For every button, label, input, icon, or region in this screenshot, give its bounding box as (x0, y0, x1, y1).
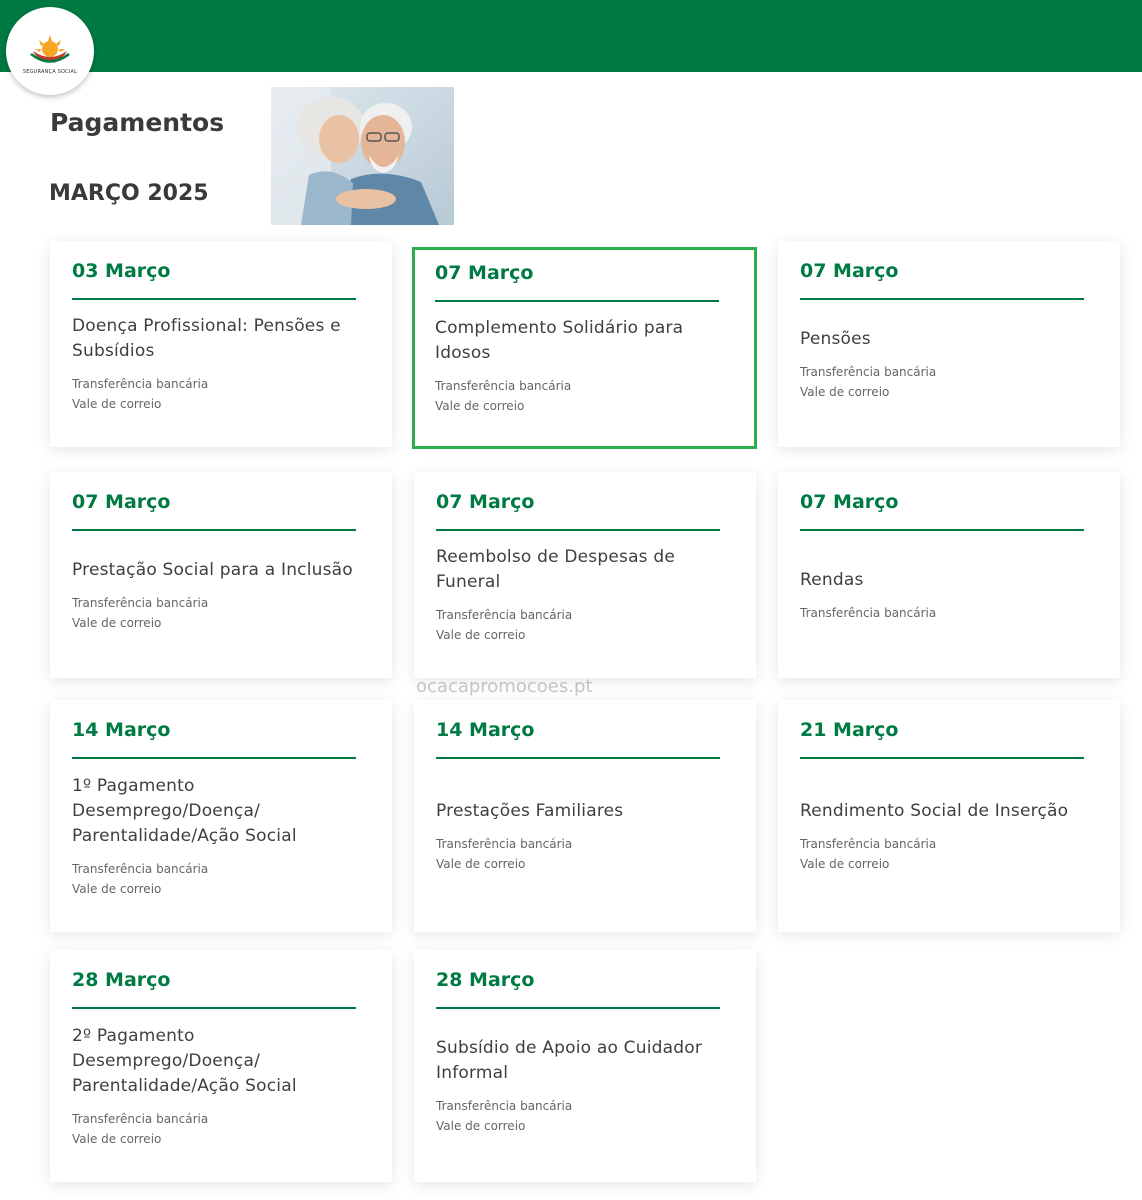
divider (436, 529, 720, 531)
divider (800, 529, 1084, 531)
payment-title: Subsídio de Apoio ao Cuidador Informal (436, 1038, 703, 1083)
divider (435, 300, 719, 302)
seguranca-social-logo[interactable]: Segurança Social (6, 7, 94, 95)
page-title: Pagamentos (50, 108, 225, 137)
watermark-text: ocacapromocoes.pt (416, 676, 593, 697)
top-header-bar (0, 0, 1142, 72)
payment-method: Transferência bancária (436, 836, 573, 851)
divider (72, 529, 356, 531)
payment-title: 2º Pagamento Desemprego/Doença/ Parental… (72, 1025, 297, 1096)
payment-method: Vale de correio (72, 881, 162, 896)
divider (72, 1007, 356, 1009)
payment-method: Transferência bancária (800, 836, 937, 851)
payment-method: Transferência bancária (435, 379, 572, 393)
payment-method: Transferência bancária (72, 1111, 209, 1126)
payment-date: 07 Março (800, 260, 899, 282)
payment-date: 07 Março (436, 491, 535, 513)
payment-date: 07 Março (800, 491, 899, 513)
elderly-couple-photo (271, 87, 454, 225)
payment-card[interactable]: 07 Março Prestação Social para a Inclusã… (50, 472, 392, 678)
payment-card[interactable]: 03 Março Doença Profissional: Pensões e … (50, 241, 392, 447)
payment-card[interactable]: 07 Março Rendas Transferência bancária (778, 472, 1120, 678)
payment-card[interactable]: 07 Março Reembolso de Despesas de Funera… (414, 472, 756, 678)
payment-method: Vale de correio (800, 384, 890, 399)
divider (72, 757, 356, 759)
payment-method: Vale de correio (800, 856, 890, 871)
payment-date: 14 Março (72, 719, 171, 741)
divider (800, 757, 1084, 759)
payment-method: Vale de correio (435, 399, 525, 413)
payment-method: Vale de correio (436, 856, 526, 871)
divider (800, 298, 1084, 300)
payment-date: 21 Março (800, 719, 899, 741)
payment-title: Pensões (800, 328, 871, 349)
payment-method: Transferência bancária (436, 1099, 573, 1113)
payment-method: Transferência bancária (72, 861, 209, 876)
payment-card[interactable]: 21 Março Rendimento Social de Inserção T… (778, 700, 1120, 932)
payment-title: Rendas (800, 569, 864, 590)
payment-date: 07 Março (72, 491, 171, 513)
payment-method: Transferência bancária (72, 595, 209, 610)
payment-date: 28 Março (436, 969, 535, 991)
payment-date: 07 Março (435, 262, 534, 284)
divider (436, 1007, 720, 1009)
payment-card[interactable]: 28 Março Subsídio de Apoio ao Cuidador I… (414, 950, 756, 1182)
payment-title: Prestação Social para a Inclusão (72, 559, 353, 580)
payment-card-highlighted[interactable]: 07 Março Complemento Solidário para Idos… (412, 247, 757, 449)
payment-method: Vale de correio (436, 1119, 526, 1133)
logo-text: Segurança Social (22, 69, 78, 75)
payment-title: Rendimento Social de Inserção (800, 800, 1069, 821)
divider (436, 757, 720, 759)
month-title: MARÇO 2025 (49, 181, 209, 206)
payment-method: Transferência bancária (800, 364, 937, 379)
payment-method: Transferência bancária (436, 608, 573, 622)
payment-title: 1º Pagamento Desemprego/Doença/ Parental… (72, 775, 297, 846)
payment-card[interactable]: 14 Março Prestações Familiares Transferê… (414, 700, 756, 932)
payment-title: Doença Profissional: Pensões e Subsídios (72, 316, 341, 361)
payment-card[interactable]: 28 Março 2º Pagamento Desemprego/Doença/… (50, 950, 392, 1182)
sun-logo-icon (30, 35, 70, 63)
payment-card[interactable]: 14 Março 1º Pagamento Desemprego/Doença/… (50, 700, 392, 932)
payment-title: Complemento Solidário para Idosos (435, 318, 684, 363)
payment-title: Prestações Familiares (436, 800, 624, 821)
payment-method: Vale de correio (436, 628, 526, 642)
payment-method: Vale de correio (72, 1131, 162, 1146)
payment-card[interactable]: 07 Março Pensões Transferência bancária … (778, 241, 1120, 447)
payment-date: 14 Março (436, 719, 535, 741)
divider (72, 298, 356, 300)
payment-method: Vale de correio (72, 397, 162, 411)
payment-method: Transferência bancária (800, 605, 937, 620)
payment-date: 28 Março (72, 969, 171, 991)
payment-title: Reembolso de Despesas de Funeral (436, 547, 675, 592)
payment-method: Vale de correio (72, 615, 162, 630)
payment-date: 03 Março (72, 260, 171, 282)
payment-method: Transferência bancária (72, 377, 209, 391)
